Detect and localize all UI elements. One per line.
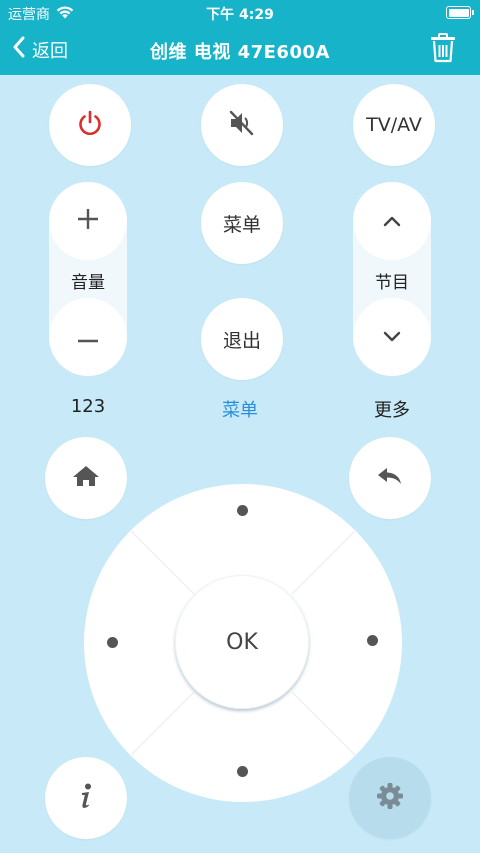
mute-icon xyxy=(228,110,256,140)
dot-left-indicator xyxy=(107,637,118,648)
menu-button[interactable]: 菜单 xyxy=(201,182,283,264)
minus-icon xyxy=(77,328,99,347)
channel-down-button[interactable] xyxy=(353,298,431,376)
power-button[interactable] xyxy=(49,84,131,166)
plus-icon xyxy=(77,208,99,234)
exit-label: 退出 xyxy=(222,329,261,352)
chevron-up-icon xyxy=(383,212,401,231)
header-bar: 运营商 下午 4:29 返回 创维 电视 47E600A xyxy=(0,0,480,75)
direction-pad: OK xyxy=(84,484,402,802)
trash-icon[interactable] xyxy=(430,33,456,67)
info-button[interactable] xyxy=(45,757,127,839)
dot-right-indicator xyxy=(367,635,378,646)
dpad-up-button[interactable] xyxy=(184,484,302,564)
dot-up-indicator xyxy=(237,505,248,516)
channel-control: 节目 xyxy=(353,182,431,376)
tv-av-label: TV/AV xyxy=(366,114,422,136)
dot-down-indicator xyxy=(237,766,248,777)
info-icon xyxy=(78,783,94,813)
menu-tab[interactable]: 菜单 xyxy=(190,396,290,422)
dpad-right-button[interactable] xyxy=(322,584,402,702)
tv-av-button[interactable]: TV/AV xyxy=(353,84,435,166)
volume-up-button[interactable] xyxy=(49,182,127,260)
volume-control: 音量 xyxy=(49,182,127,376)
ok-button[interactable]: OK xyxy=(175,575,309,709)
power-icon xyxy=(76,109,104,141)
battery-icon xyxy=(446,6,474,19)
chevron-down-icon xyxy=(383,328,401,347)
channel-up-button[interactable] xyxy=(353,182,431,260)
volume-label: 音量 xyxy=(71,273,105,293)
exit-button[interactable]: 退出 xyxy=(201,298,283,380)
menu-label: 菜单 xyxy=(222,213,261,236)
channel-label: 节目 xyxy=(375,273,409,293)
numbers-tab[interactable]: 123 xyxy=(38,396,138,417)
dpad-left-button[interactable] xyxy=(84,584,164,702)
settings-button[interactable] xyxy=(349,757,431,839)
gear-icon xyxy=(376,782,404,814)
volume-down-button[interactable] xyxy=(49,298,127,376)
page-title: 创维 电视 47E600A xyxy=(150,42,330,63)
status-time: 下午 4:29 xyxy=(206,7,274,23)
dpad-down-button[interactable] xyxy=(184,722,302,802)
mute-button[interactable] xyxy=(201,84,283,166)
more-tab[interactable]: 更多 xyxy=(342,396,442,422)
